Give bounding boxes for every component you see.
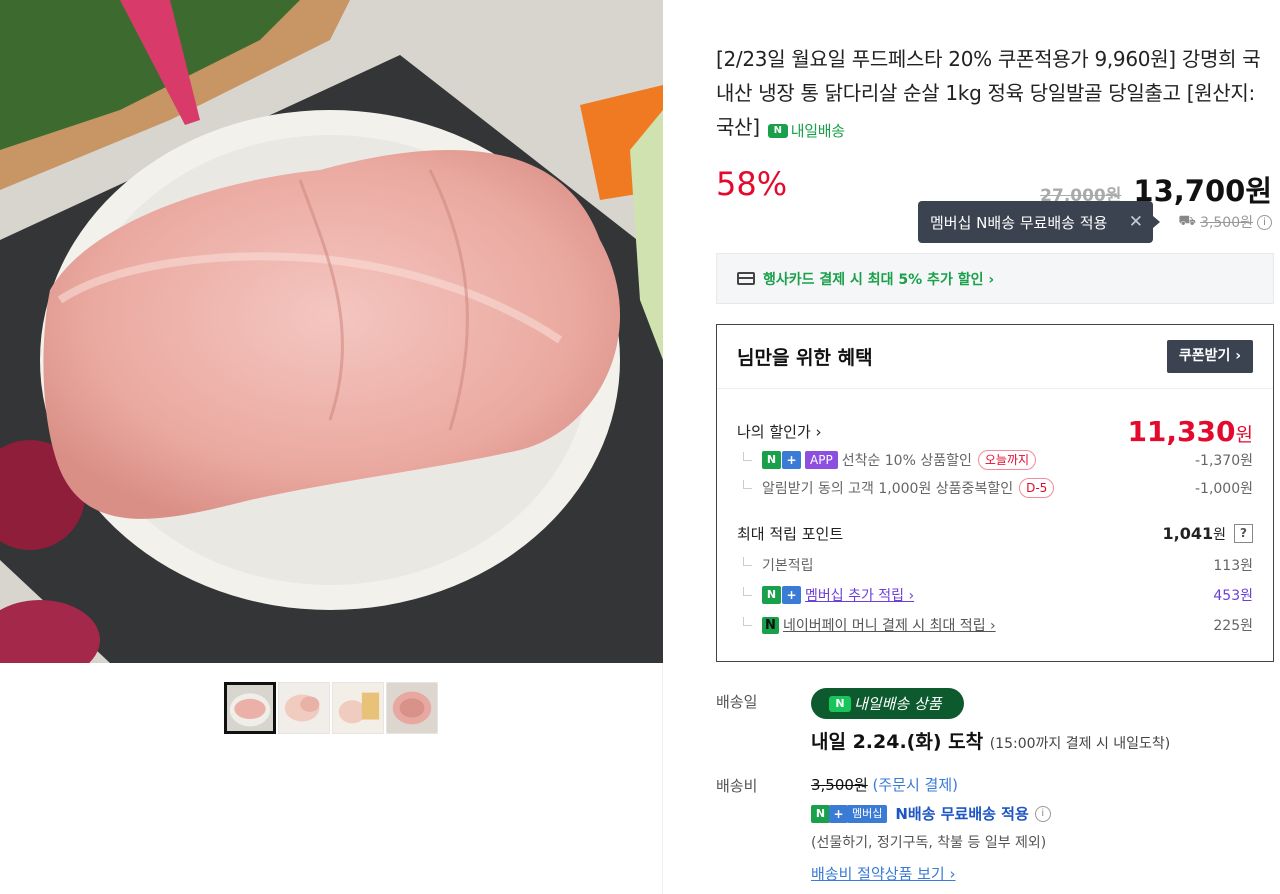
point-row: N + 멤버십 추가 적립 › 453원 (743, 585, 1253, 605)
discount-value: -1,370원 (1194, 453, 1253, 469)
benefit-header: 님만을 위한 혜택 쿠폰받기 › (717, 325, 1273, 389)
discount-value: -1,000원 (1194, 481, 1253, 497)
shipping-fee-summary: ⛟ 3,500원 i (1178, 212, 1272, 232)
point-row: 기본적립 113원 (743, 555, 1253, 575)
sale-price: 13,700원 (1133, 174, 1272, 208)
coupon-button[interactable]: 쿠폰받기 › (1166, 340, 1253, 373)
close-icon[interactable]: ✕ (1129, 212, 1143, 232)
discount-rate: 58% (716, 165, 788, 203)
plus-icon: + (782, 451, 801, 469)
info-icon[interactable]: i (1034, 805, 1051, 822)
thumbnail-strip (224, 682, 438, 734)
help-icon[interactable]: ? (1234, 524, 1253, 543)
thumbnail-2[interactable] (278, 682, 330, 734)
benefit-box: 님만을 위한 혜택 쿠폰받기 › 나의 할인가 › 11,330원 N + AP… (716, 324, 1274, 662)
point-label: N 네이버페이 머니 결제 시 최대 적립 › (743, 615, 996, 635)
point-value: 113원 (1213, 558, 1253, 574)
thumbnail-1[interactable] (224, 682, 276, 734)
naverpay-points-link[interactable]: 네이버페이 머니 결제 시 최대 적립 › (783, 615, 996, 635)
membership-free-shipping-text: N배송 무료배송 적용 (895, 805, 1029, 823)
membership-free-shipping: N + 멤버십 N배송 무료배송 적용 i (811, 803, 1051, 824)
product-info: [2/23일 월요일 푸드페스타 20% 쿠폰적용가 9,960원] 강명희 국… (716, 0, 1274, 894)
plus-icon: + (829, 804, 848, 823)
discount-label: 알림받기 동의 고객 1,000원 상품중복할인 D-5 (743, 478, 1055, 498)
benefit-title: 님만을 위한 혜택 (737, 347, 873, 369)
main-product-image[interactable] (0, 0, 663, 663)
tomorrow-delivery-badge: N 내일배송 (767, 114, 845, 148)
membership-points-link[interactable]: 멤버십 추가 적립 › (805, 585, 914, 605)
shipping-fee: 3,500원 (주문시 결제) (811, 776, 959, 794)
point-row: N 네이버페이 머니 결제 시 최대 적립 › 225원 (743, 615, 1253, 635)
naverpay-icon: N (762, 616, 779, 634)
membership-badge: 멤버십 (847, 804, 888, 823)
point-label: 기본적립 (743, 555, 814, 575)
shipping-fee-strike: 3,500원 (1200, 215, 1253, 231)
points-label: 최대 적립 포인트 (737, 525, 844, 543)
card-discount-text: 행사카드 결제 시 최대 5% 추가 할인 › (763, 271, 995, 288)
plus-icon: + (782, 586, 801, 604)
point-value: 225원 (1213, 618, 1253, 634)
thumbnail-3[interactable] (332, 682, 384, 734)
my-price-row: 나의 할인가 › 11,330원 (737, 415, 1253, 448)
naver-n-icon: N (767, 124, 788, 138)
deadline-tag: D-5 (1019, 478, 1055, 498)
discount-row: N + APP 선착순 10% 상품할인 오늘까지 -1,370원 (743, 450, 1253, 470)
point-label: N + 멤버십 추가 적립 › (743, 585, 914, 605)
discount-row: 알림받기 동의 고객 1,000원 상품중복할인 D-5 -1,000원 (743, 478, 1253, 498)
points-value: 1,041원? (1163, 524, 1253, 544)
app-badge: APP (805, 451, 838, 469)
thumbnail-4[interactable] (386, 682, 438, 734)
shipping-fee-label: 배송비 (716, 777, 758, 795)
tomorrow-delivery-pill: N 내일배송 상품 (811, 688, 964, 719)
truck-icon: ⛟ (1178, 213, 1197, 229)
arrival-date: 내일 2.24.(화) 도착 (15:00까지 결제 시 내일도착) (811, 731, 1171, 753)
shipping-saving-link[interactable]: 배송비 절약상품 보기 › (811, 863, 956, 884)
my-price-value: 11,330원 (1127, 415, 1253, 448)
card-discount-banner[interactable]: 행사카드 결제 시 최대 5% 추가 할인 › (716, 253, 1274, 304)
deadline-tag: 오늘까지 (977, 450, 1037, 470)
membership-tooltip: 멤버십 N배송 무료배송 적용 ✕ (918, 201, 1160, 243)
delivery-date-label: 배송일 (716, 693, 758, 711)
info-icon[interactable]: i (1257, 214, 1272, 230)
naver-n-icon: N (829, 695, 851, 712)
points-row: 최대 적립 포인트 1,041원? (737, 523, 1253, 544)
point-value: 453원 (1213, 588, 1253, 604)
tooltip-text: 멤버십 N배송 무료배송 적용 (930, 213, 1108, 232)
naver-n-icon: N (762, 451, 781, 469)
gallery (0, 0, 663, 894)
credit-card-icon (737, 272, 755, 285)
naver-n-icon: N (811, 804, 830, 823)
my-price-label[interactable]: 나의 할인가 › (737, 421, 822, 442)
shipping-exclusion-note: (선물하기, 정기구독, 착불 등 일부 제외) (811, 835, 1047, 851)
discount-label: N + APP 선착순 10% 상품할인 오늘까지 (743, 450, 1037, 470)
naver-n-icon: N (762, 586, 781, 604)
product-title: [2/23일 월요일 푸드페스타 20% 쿠폰적용가 9,960원] 강명희 국… (716, 42, 1272, 148)
